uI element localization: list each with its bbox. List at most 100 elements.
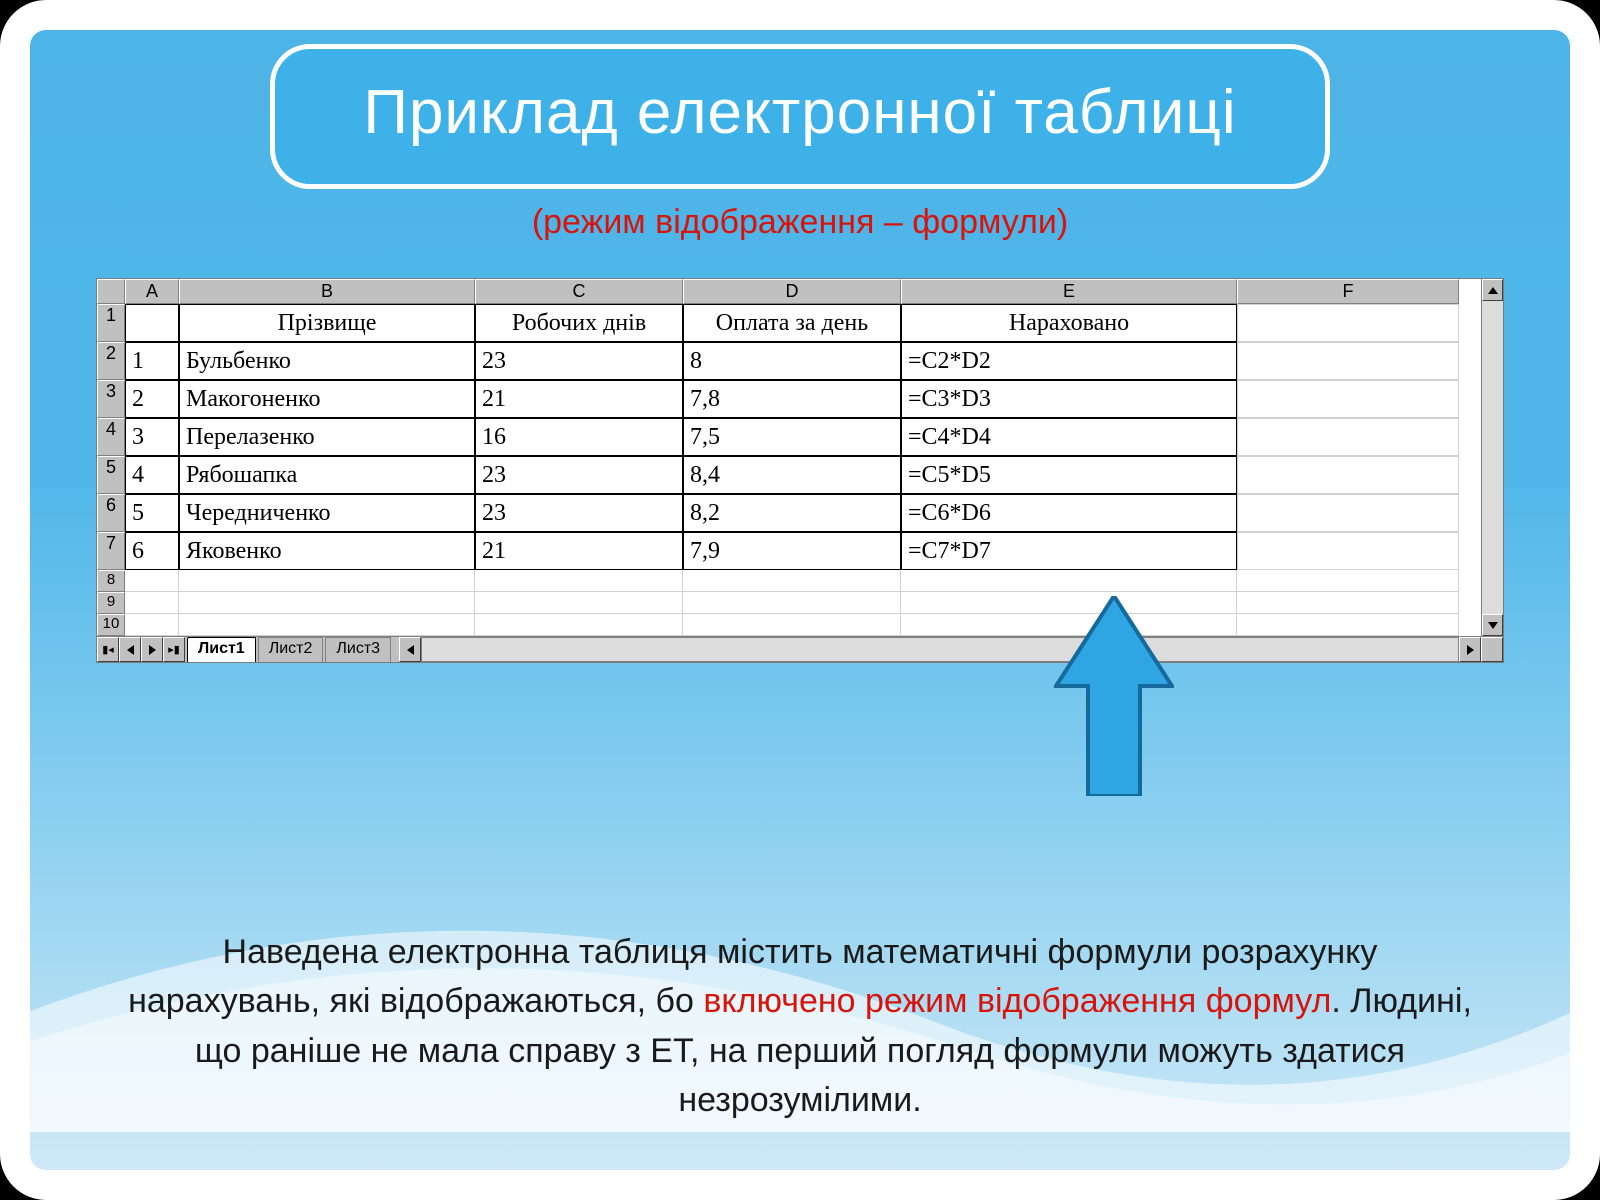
row-header[interactable]: 7: [97, 532, 125, 570]
cell[interactable]: =C3*D3: [901, 380, 1237, 418]
scroll-right-button[interactable]: [1459, 637, 1481, 662]
select-all-corner[interactable]: [97, 279, 125, 304]
cell[interactable]: 16: [475, 418, 683, 456]
row-header[interactable]: 6: [97, 494, 125, 532]
cell[interactable]: [125, 304, 179, 342]
sheet-tab[interactable]: Лист2: [258, 637, 324, 662]
cell[interactable]: Макогоненко: [179, 380, 475, 418]
scroll-down-button[interactable]: [1482, 614, 1503, 636]
cell[interactable]: [125, 614, 179, 636]
cell[interactable]: [1237, 380, 1459, 418]
cell[interactable]: Нараховано: [901, 304, 1237, 342]
cell[interactable]: 8,4: [683, 456, 901, 494]
cell[interactable]: [125, 570, 179, 592]
cell[interactable]: 7,9: [683, 532, 901, 570]
table-row: 43Перелазенко167,5=C4*D4: [97, 418, 1481, 456]
cell[interactable]: [1237, 418, 1459, 456]
cell[interactable]: 4: [125, 456, 179, 494]
cell[interactable]: Робочих днів: [475, 304, 683, 342]
cell[interactable]: Прізвище: [179, 304, 475, 342]
col-header[interactable]: E: [901, 279, 1237, 304]
horizontal-scrollbar[interactable]: [399, 637, 1481, 662]
cell[interactable]: [1237, 570, 1459, 592]
triangle-up-icon: [1488, 287, 1498, 294]
cell[interactable]: 23: [475, 494, 683, 532]
vertical-scrollbar[interactable]: [1481, 279, 1503, 636]
cell[interactable]: 3: [125, 418, 179, 456]
cell[interactable]: Бульбенко: [179, 342, 475, 380]
row-header[interactable]: 5: [97, 456, 125, 494]
cell[interactable]: 7,5: [683, 418, 901, 456]
cell[interactable]: 6: [125, 532, 179, 570]
col-header[interactable]: C: [475, 279, 683, 304]
cell[interactable]: [179, 592, 475, 614]
row-header[interactable]: 9: [97, 592, 125, 614]
cell[interactable]: Яковенко: [179, 532, 475, 570]
scroll-up-button[interactable]: [1482, 279, 1503, 301]
cell[interactable]: [683, 592, 901, 614]
cell[interactable]: [475, 614, 683, 636]
cell[interactable]: [683, 614, 901, 636]
scroll-track[interactable]: [421, 637, 1459, 662]
cell[interactable]: [683, 570, 901, 592]
spreadsheet: A B C D E F 1 Прізвище Робочих днів Опла…: [96, 278, 1504, 663]
cell[interactable]: 2: [125, 380, 179, 418]
page-title: Приклад електронної таблиці: [363, 78, 1236, 147]
row-header[interactable]: 1: [97, 304, 125, 342]
cell[interactable]: 23: [475, 456, 683, 494]
cell[interactable]: [901, 570, 1237, 592]
tab-nav-prev[interactable]: [119, 637, 141, 662]
table-row: 32Макогоненко217,8=C3*D3: [97, 380, 1481, 418]
cell[interactable]: [179, 570, 475, 592]
cell[interactable]: [1237, 532, 1459, 570]
sheet-tab[interactable]: Лист3: [325, 637, 391, 662]
row-header[interactable]: 8: [97, 570, 125, 592]
cell[interactable]: [1237, 592, 1459, 614]
cell[interactable]: =C6*D6: [901, 494, 1237, 532]
tab-nav-first[interactable]: ▮◂: [97, 637, 119, 662]
cell[interactable]: Оплата за день: [683, 304, 901, 342]
cell[interactable]: 23: [475, 342, 683, 380]
scroll-track[interactable]: [1482, 301, 1503, 614]
triangle-left-icon: [127, 645, 134, 655]
resize-handle[interactable]: [1481, 637, 1503, 662]
sheet-tab-active[interactable]: Лист1: [187, 637, 256, 662]
tab-nav-last[interactable]: ▸▮: [163, 637, 185, 662]
cell[interactable]: Рябошапка: [179, 456, 475, 494]
cell[interactable]: =C2*D2: [901, 342, 1237, 380]
cell[interactable]: [1237, 494, 1459, 532]
cell[interactable]: 21: [475, 532, 683, 570]
cell[interactable]: 21: [475, 380, 683, 418]
cell[interactable]: [179, 614, 475, 636]
col-header[interactable]: D: [683, 279, 901, 304]
cell[interactable]: 1: [125, 342, 179, 380]
cell[interactable]: [1237, 456, 1459, 494]
cell[interactable]: =C7*D7: [901, 532, 1237, 570]
table-row: 54Рябошапка238,4=C5*D5: [97, 456, 1481, 494]
col-header[interactable]: F: [1237, 279, 1459, 304]
row-header[interactable]: 4: [97, 418, 125, 456]
arrow-up-icon: [1054, 596, 1174, 796]
cell[interactable]: [475, 592, 683, 614]
cell[interactable]: 5: [125, 494, 179, 532]
col-header[interactable]: B: [179, 279, 475, 304]
cell[interactable]: [475, 570, 683, 592]
cell[interactable]: 7,8: [683, 380, 901, 418]
row-header[interactable]: 3: [97, 380, 125, 418]
cell[interactable]: =C5*D5: [901, 456, 1237, 494]
row-header[interactable]: 2: [97, 342, 125, 380]
cell[interactable]: [1237, 304, 1459, 342]
cell[interactable]: Чередниченко: [179, 494, 475, 532]
cell[interactable]: [1237, 342, 1459, 380]
row-header[interactable]: 10: [97, 614, 125, 636]
col-header[interactable]: A: [125, 279, 179, 304]
cell[interactable]: 8,2: [683, 494, 901, 532]
cell[interactable]: 8: [683, 342, 901, 380]
cell[interactable]: =C4*D4: [901, 418, 1237, 456]
cell[interactable]: Перелазенко: [179, 418, 475, 456]
cell[interactable]: [1237, 614, 1459, 636]
cell[interactable]: [125, 592, 179, 614]
table-header-row: 1 Прізвище Робочих днів Оплата за день Н…: [97, 304, 1481, 342]
scroll-left-button[interactable]: [399, 637, 421, 662]
tab-nav-next[interactable]: [141, 637, 163, 662]
